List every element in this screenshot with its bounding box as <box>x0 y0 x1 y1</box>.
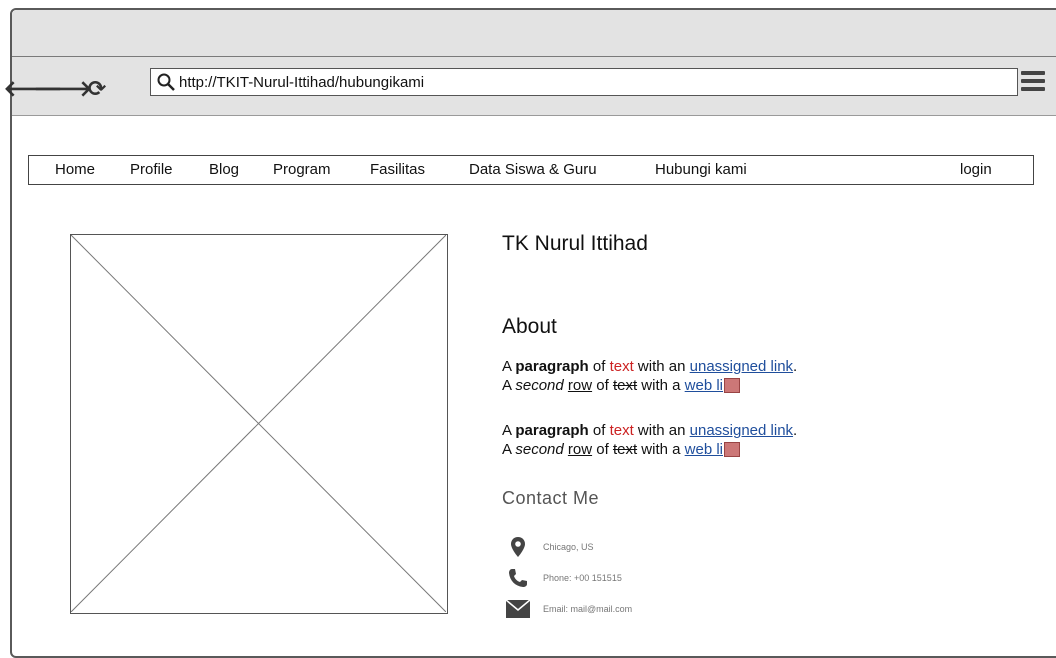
page-title: TK Nurul Ittihad <box>502 232 648 255</box>
title-bar <box>12 10 1056 57</box>
map-pin-icon <box>505 536 531 558</box>
nav-item-data-siswa-guru[interactable]: Data Siswa & Guru <box>469 161 597 178</box>
forward-button[interactable]: 🡒 <box>34 77 93 101</box>
contact-location: Chicago, US <box>505 536 594 558</box>
paragraph-block: A paragraph of text with an unassigned l… <box>502 357 797 395</box>
search-icon <box>153 69 179 95</box>
phone-icon <box>505 567 531 589</box>
nav-item-hubungi-kami[interactable]: Hubungi kami <box>655 161 747 178</box>
contact-phone: Phone: +00 151515 <box>505 567 622 589</box>
nav-item-home[interactable]: Home <box>55 161 95 178</box>
unassigned-link[interactable]: unassigned link <box>690 358 793 375</box>
paragraph-block: A paragraph of text with an unassigned l… <box>502 421 797 459</box>
browser-window: 🡐 🡒 ⟳ http://TKIT-Nurul-Ittihad/hubungik… <box>4 8 1056 658</box>
url-text[interactable]: http://TKIT-Nurul-Ittihad/hubungikami <box>179 74 424 91</box>
paragraph-line: A second row of text with a web li <box>502 440 797 459</box>
reload-icon: ⟳ <box>87 76 107 101</box>
email-text: Email: mail@mail.com <box>543 604 633 614</box>
nav-item-profile[interactable]: Profile <box>130 161 173 178</box>
nav-item-program[interactable]: Program <box>273 161 331 178</box>
site-nav: Home Profile Blog Program Fasilitas Data… <box>28 155 1034 185</box>
about-heading: About <box>502 315 557 338</box>
hamburger-menu-icon[interactable] <box>1021 71 1045 93</box>
paragraph-line: A paragraph of text with an unassigned l… <box>502 422 798 439</box>
reload-button[interactable]: ⟳ <box>84 77 110 101</box>
external-link-icon <box>724 377 741 393</box>
nav-item-blog[interactable]: Blog <box>209 161 239 178</box>
location-text: Chicago, US <box>543 542 594 552</box>
image-placeholder <box>70 234 448 614</box>
web-link[interactable]: web li <box>685 377 723 394</box>
browser-toolbar: 🡐 🡒 ⟳ http://TKIT-Nurul-Ittihad/hubungik… <box>4 57 1056 116</box>
unassigned-link[interactable]: unassigned link <box>690 422 793 439</box>
external-link-icon <box>724 441 741 457</box>
contact-email: Email: mail@mail.com <box>505 598 632 620</box>
envelope-icon <box>505 598 531 620</box>
nav-item-fasilitas[interactable]: Fasilitas <box>370 161 425 178</box>
login-link[interactable]: login <box>960 161 992 178</box>
phone-text: Phone: +00 151515 <box>543 573 622 583</box>
paragraph-line: A second row of text with a web li <box>502 376 797 395</box>
paragraph-line: A paragraph of text with an unassigned l… <box>502 358 798 375</box>
contact-heading: Contact Me <box>502 488 600 508</box>
web-link[interactable]: web li <box>685 441 723 458</box>
address-bar[interactable]: http://TKIT-Nurul-Ittihad/hubungikami <box>150 68 1018 96</box>
